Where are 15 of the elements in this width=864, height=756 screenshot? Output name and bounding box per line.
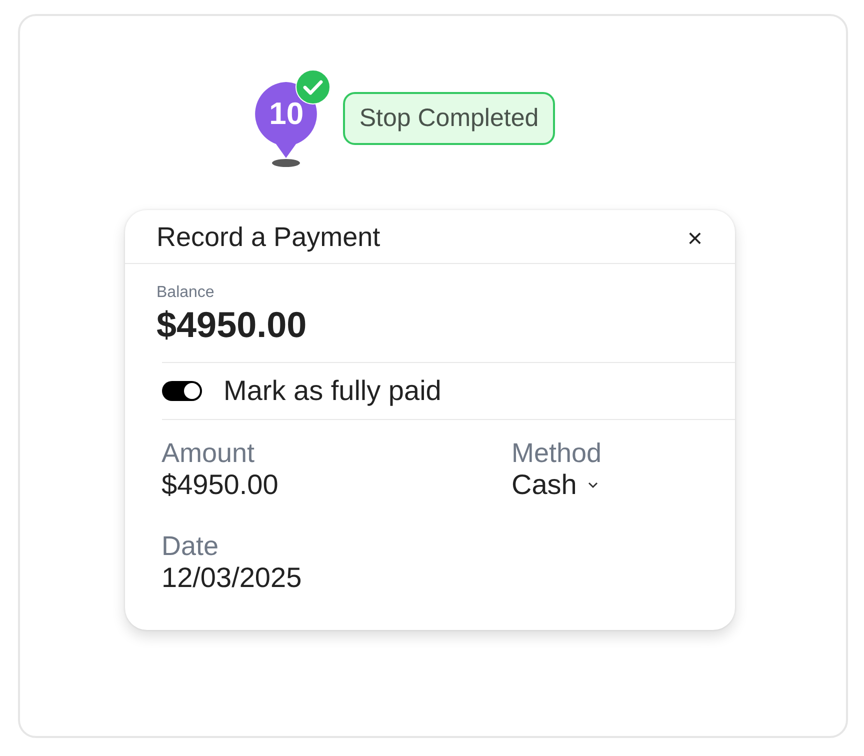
- toggle-switch[interactable]: [162, 381, 202, 401]
- status-badge: Stop Completed: [343, 92, 555, 145]
- stop-number: 10: [268, 98, 305, 130]
- field-label: Date: [162, 531, 220, 562]
- balance-value: $4950.00: [156, 304, 308, 346]
- dropdown-value[interactable]: Cash: [512, 469, 577, 501]
- field-value[interactable]: $4950.00: [162, 469, 512, 501]
- close-button[interactable]: ×: [683, 224, 706, 250]
- field-label: Method: [512, 438, 603, 469]
- balance-label: Balance: [156, 284, 216, 302]
- toggle-label: Mark as fully paid: [224, 375, 442, 407]
- chevron-down-icon[interactable]: [586, 481, 599, 489]
- field-value[interactable]: 12/03/2025: [162, 562, 512, 594]
- field-label: Amount: [162, 438, 256, 469]
- dialog-title: Record a Payment: [156, 222, 380, 253]
